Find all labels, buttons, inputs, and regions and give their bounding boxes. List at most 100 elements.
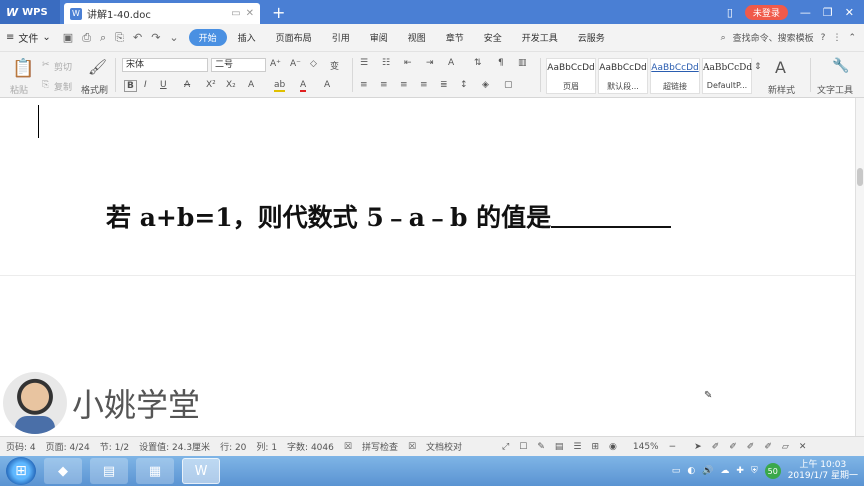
sort-icon[interactable]: ⇅ [474, 58, 482, 68]
wps-home-tab[interactable]: W WPS [0, 0, 60, 24]
clear-format-icon[interactable]: ◇ [310, 59, 317, 69]
borders-icon[interactable]: ▢ [504, 80, 513, 90]
highlight-icon[interactable]: ab [274, 80, 286, 92]
tray-security-icon[interactable]: ⛨ [751, 466, 758, 476]
doc-check-icon[interactable]: ☒ [408, 442, 416, 452]
taskbar-app-explorer[interactable]: ▦ [136, 458, 174, 484]
file-menu[interactable]: ≡ 文件 ⌄ [6, 30, 51, 45]
outline-view-icon[interactable]: ☰ [573, 442, 581, 452]
font-size-select[interactable]: 二号 [211, 58, 266, 72]
highlighter-yellow-icon[interactable]: ✐ [764, 442, 772, 452]
wrench-icon[interactable]: 🔧 [832, 58, 849, 74]
print-icon[interactable]: ⎙ [82, 31, 91, 45]
show-marks-icon[interactable]: ¶ [498, 58, 504, 68]
tab-view[interactable]: 视图 [399, 29, 435, 46]
eraser-icon[interactable]: ▱ [782, 442, 789, 452]
superscript-icon[interactable]: X² [206, 80, 216, 90]
copy-icon[interactable]: ⎘ [42, 80, 49, 90]
redo-icon[interactable]: ↷ [151, 31, 160, 45]
phonetic-icon[interactable]: 变 [330, 59, 339, 72]
distributed-icon[interactable]: ≣ [440, 80, 448, 90]
tab-review[interactable]: 审阅 [361, 29, 397, 46]
text-tool-label[interactable]: 文字工具 [817, 83, 853, 96]
print-preview-icon[interactable]: ⌕ [100, 31, 106, 45]
text-effect-icon[interactable]: A [248, 80, 254, 90]
tab-developer[interactable]: 开发工具 [513, 29, 567, 46]
new-style-icon[interactable]: A [775, 58, 786, 77]
fullscreen-icon[interactable]: ⤢ [502, 442, 509, 452]
more-icon[interactable]: ⌄ [169, 31, 178, 45]
tab-insert[interactable]: 插入 [229, 29, 265, 46]
zoom-out-icon[interactable]: − [669, 442, 677, 452]
style-header[interactable]: AaBbCcDd 页眉 [546, 58, 596, 94]
question-line[interactable]: 若 a+b=1，则代数式 5﹣a﹣b 的值是 [106, 198, 672, 234]
tab-cloud[interactable]: 云服务 [569, 29, 614, 46]
line-spacing-icon[interactable]: ↕ [460, 80, 468, 90]
tab-start[interactable]: 开始 [188, 29, 227, 46]
close-icon[interactable]: ✕ [845, 6, 854, 19]
web-view-icon[interactable]: ☐ [519, 442, 527, 452]
tab-references[interactable]: 引用 [323, 29, 359, 46]
text-direction-icon[interactable]: A [448, 58, 454, 68]
highlighter-icon[interactable]: ✐ [747, 442, 755, 452]
shading-icon[interactable]: ◈ [482, 80, 489, 90]
pen-tool-icon[interactable]: ✐ [712, 442, 720, 452]
align-right-icon[interactable]: ≡ [400, 80, 408, 90]
spell-check-label[interactable]: 拼写检查 [362, 440, 398, 453]
copy-label[interactable]: 复制 [54, 80, 72, 93]
tab-section[interactable]: 章节 [437, 29, 473, 46]
align-center-icon[interactable]: ≡ [380, 80, 388, 90]
start-button[interactable]: ⊞ [6, 457, 36, 485]
new-style-label[interactable]: 新样式 [768, 83, 795, 96]
login-button[interactable]: 未登录 [744, 4, 788, 20]
tray-network-icon[interactable]: ◐ [687, 466, 695, 476]
taskbar-app-notes[interactable]: ▤ [90, 458, 128, 484]
bullets-icon[interactable]: ☰ [360, 58, 368, 68]
collapse-ribbon-icon[interactable]: ⌃ [848, 33, 856, 43]
bold-icon[interactable]: B [124, 80, 137, 92]
skin-icon[interactable]: ▯ [727, 6, 733, 19]
cut-icon[interactable]: ✂ [42, 60, 50, 70]
document-tab[interactable]: W 讲解1-40.doc ▭ ✕ [64, 3, 260, 24]
status-word-count[interactable]: 字数: 4046 [287, 440, 334, 453]
tray-cloud-icon[interactable]: ☁ [720, 466, 729, 476]
justify-icon[interactable]: ≡ [420, 80, 428, 90]
eye-protection-icon[interactable]: ◉ [609, 442, 617, 452]
reading-view-icon[interactable]: ⊞ [591, 442, 599, 452]
new-tab-button[interactable]: + [272, 3, 285, 22]
italic-icon[interactable]: I [144, 80, 147, 90]
grow-font-icon[interactable]: A⁺ [270, 59, 281, 69]
scrollbar-thumb[interactable] [857, 168, 863, 186]
paste-label[interactable]: 粘贴 [10, 83, 28, 96]
taskbar-app-color[interactable]: ◆ [44, 458, 82, 484]
clear-icon[interactable]: ✕ [799, 442, 807, 452]
spell-check-icon[interactable]: ☒ [344, 442, 352, 452]
styles-scroll-icon[interactable]: ⇕ [754, 62, 762, 72]
minimize-icon[interactable]: — [800, 6, 811, 19]
pen-icon[interactable]: ✎ [537, 442, 545, 452]
taskbar-app-wps[interactable]: W [182, 458, 220, 484]
vertical-scrollbar[interactable] [855, 98, 864, 436]
doc-check-label[interactable]: 文档校对 [426, 440, 462, 453]
subscript-icon[interactable]: X₂ [226, 80, 236, 90]
paste-icon[interactable]: 📋 [12, 58, 34, 79]
tab-page-layout[interactable]: 页面布局 [267, 29, 321, 46]
help-icon[interactable]: ? [821, 33, 826, 43]
zoom-level[interactable]: 145% [633, 442, 659, 452]
tab-restore-icon[interactable]: ▭ [231, 8, 240, 19]
more-options-icon[interactable]: ⋮ [832, 33, 841, 43]
undo-icon[interactable]: ↶ [133, 31, 142, 45]
cursor-tool-icon[interactable]: ➤ [694, 442, 702, 452]
char-shading-icon[interactable]: A [324, 80, 330, 90]
style-hyperlink[interactable]: AaBbCcDd 超链接 [650, 58, 700, 94]
search-icon[interactable]: ⌕ [721, 33, 726, 43]
save-icon[interactable]: ▣ [63, 31, 73, 45]
cut-label[interactable]: 剪切 [54, 60, 72, 73]
clock[interactable]: 上午 10:03 2019/1/7 星期一 [788, 460, 858, 482]
tray-volume-icon[interactable]: 🔊 [702, 466, 713, 476]
tab-close-icon[interactable]: ✕ [246, 8, 254, 19]
align-left-icon[interactable]: ≡ [360, 80, 368, 90]
underline-icon[interactable]: U [160, 80, 167, 90]
columns-icon[interactable]: ▥ [518, 58, 527, 68]
tray-add-icon[interactable]: ✚ [736, 466, 744, 476]
